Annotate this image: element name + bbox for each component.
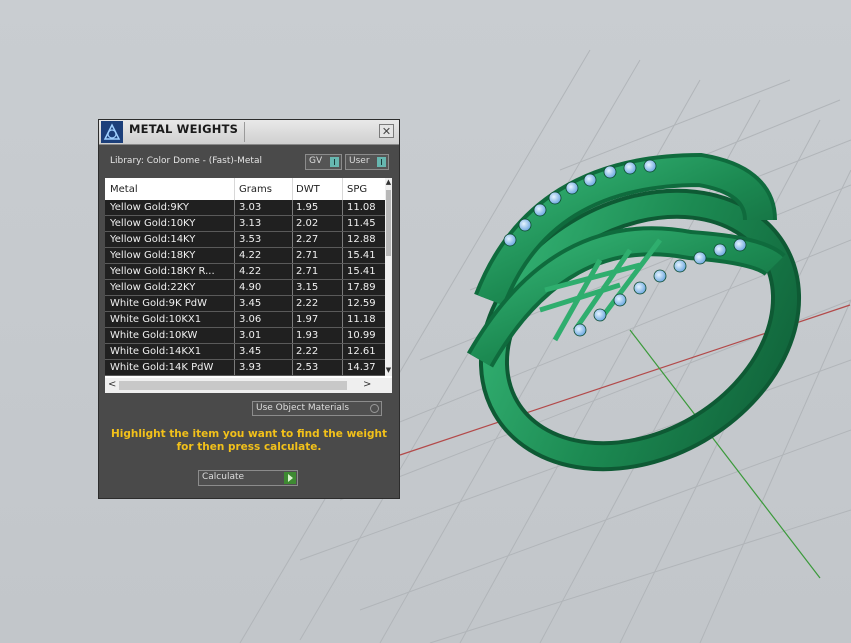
table-header: Metal Grams DWT SPG — [105, 178, 385, 200]
table-row[interactable]: White Gold:9K PdW 3.45 2.22 12.59 — [105, 296, 385, 312]
user-label: User — [349, 156, 370, 166]
table-row[interactable]: White Gold:10KX1 3.06 1.97 11.18 — [105, 312, 385, 328]
cell-spg: 17.89 — [347, 282, 376, 293]
radio-indicator-icon — [370, 404, 379, 413]
cell-metal: White Gold:10KW — [110, 330, 198, 341]
title-divider — [244, 122, 245, 142]
cell-metal: Yellow Gold:18KY R... — [110, 266, 215, 277]
table-row[interactable]: Yellow Gold:10KY 3.13 2.02 11.45 — [105, 216, 385, 232]
cell-grams: 4.90 — [239, 282, 262, 293]
table-row[interactable]: Yellow Gold:22KY 4.90 3.15 17.89 — [105, 280, 385, 296]
metal-table[interactable]: Metal Grams DWT SPG Yellow Gold:9KY 3.03 1… — [105, 178, 392, 393]
metal-weights-panel: METAL WEIGHTS ✕ Library: Color Dome - (F… — [99, 120, 399, 498]
cell-grams: 3.53 — [239, 234, 262, 245]
cell-dwt: 2.27 — [296, 234, 319, 245]
column-header-metal[interactable]: Metal — [110, 184, 138, 195]
table-row[interactable]: Yellow Gold:18KY 4.22 2.71 15.41 — [105, 248, 385, 264]
cell-spg: 15.41 — [347, 250, 376, 261]
cell-grams: 3.13 — [239, 218, 262, 229]
play-arrow-icon — [284, 472, 296, 484]
cell-grams: 3.06 — [239, 314, 262, 325]
cell-metal: White Gold:9K PdW — [110, 298, 207, 309]
table-body: Yellow Gold:9KY 3.03 1.95 11.08 Yellow Gold:… — [105, 200, 385, 376]
cell-spg: 12.88 — [347, 234, 376, 245]
cell-spg: 10.99 — [347, 330, 376, 341]
cell-grams: 3.45 — [239, 298, 262, 309]
calculate-button[interactable]: Calculate — [198, 470, 298, 486]
user-toggle[interactable]: User — [345, 154, 389, 170]
scroll-left-icon[interactable]: < — [108, 379, 116, 390]
cell-metal: Yellow Gold:10KY — [110, 218, 196, 229]
table-row[interactable]: White Gold:10KW 3.01 1.93 10.99 — [105, 328, 385, 344]
cell-spg: 12.61 — [347, 346, 376, 357]
toggle-indicator-icon — [377, 157, 386, 167]
cell-metal: White Gold:10KX1 — [110, 314, 202, 325]
cell-grams: 4.22 — [239, 266, 262, 277]
cell-grams: 4.22 — [239, 250, 262, 261]
cell-grams: 3.93 — [239, 362, 262, 373]
scrollbar-thumb[interactable] — [386, 190, 391, 256]
ring-model — [466, 152, 802, 472]
scrollbar-thumb[interactable] — [119, 381, 347, 390]
cell-dwt: 1.97 — [296, 314, 319, 325]
table-row[interactable]: Yellow Gold:9KY 3.03 1.95 11.08 — [105, 200, 385, 216]
library-label: Library: Color Dome - (Fast)-Metal — [110, 156, 262, 166]
cell-spg: 11.45 — [347, 218, 376, 229]
column-header-spg[interactable]: SPG — [347, 184, 367, 195]
cell-spg: 12.59 — [347, 298, 376, 309]
cell-metal: White Gold:14K PdW — [110, 362, 214, 373]
cell-metal: White Gold:14KX1 — [110, 346, 202, 357]
scroll-up-icon[interactable]: ▲ — [385, 178, 392, 186]
horizontal-scrollbar[interactable]: < > — [105, 378, 392, 393]
instruction-text: Highlight the item you want to find the … — [111, 428, 387, 453]
cell-grams: 3.03 — [239, 202, 262, 213]
cell-spg: 14.37 — [347, 362, 376, 373]
cell-metal: Yellow Gold:9KY — [110, 202, 189, 213]
table-row[interactable]: Yellow Gold:14KY 3.53 2.27 12.88 — [105, 232, 385, 248]
use-object-materials-label: Use Object Materials — [256, 403, 350, 413]
cell-dwt: 1.93 — [296, 330, 319, 341]
cell-dwt: 2.02 — [296, 218, 319, 229]
cell-dwt: 2.22 — [296, 298, 319, 309]
gv-label: GV — [309, 156, 323, 166]
cell-dwt: 3.15 — [296, 282, 319, 293]
cell-dwt: 1.95 — [296, 202, 319, 213]
gv-toggle[interactable]: GV — [305, 154, 342, 170]
calculate-label: Calculate — [202, 472, 245, 482]
cell-metal: Yellow Gold:22KY — [110, 282, 196, 293]
vertical-scrollbar[interactable]: ▲ ▼ — [385, 178, 392, 376]
table-row[interactable]: White Gold:14KX1 3.45 2.22 12.61 — [105, 344, 385, 360]
cell-spg: 15.41 — [347, 266, 376, 277]
cell-spg: 11.08 — [347, 202, 376, 213]
cell-grams: 3.45 — [239, 346, 262, 357]
table-row[interactable]: Yellow Gold:18KY R... 4.22 2.71 15.41 — [105, 264, 385, 280]
cell-dwt: 2.22 — [296, 346, 319, 357]
cell-metal: Yellow Gold:18KY — [110, 250, 196, 261]
scroll-right-icon[interactable]: > — [363, 379, 371, 390]
cell-spg: 11.18 — [347, 314, 376, 325]
window-title: METAL WEIGHTS — [129, 122, 239, 136]
table-row[interactable]: White Gold:14K PdW 3.93 2.53 14.37 — [105, 360, 385, 376]
title-bar[interactable]: METAL WEIGHTS ✕ — [99, 120, 399, 145]
cell-dwt: 2.71 — [296, 266, 319, 277]
column-header-dwt[interactable]: DWT — [296, 184, 320, 195]
toggle-indicator-icon — [330, 157, 339, 167]
close-icon[interactable]: ✕ — [379, 124, 394, 138]
app-logo-icon — [101, 121, 123, 143]
cell-dwt: 2.53 — [296, 362, 319, 373]
cell-dwt: 2.71 — [296, 250, 319, 261]
column-header-grams[interactable]: Grams — [239, 184, 272, 195]
scroll-down-icon[interactable]: ▼ — [385, 366, 392, 374]
cell-grams: 3.01 — [239, 330, 262, 341]
cell-metal: Yellow Gold:14KY — [110, 234, 196, 245]
use-object-materials-toggle[interactable]: Use Object Materials — [252, 401, 382, 416]
